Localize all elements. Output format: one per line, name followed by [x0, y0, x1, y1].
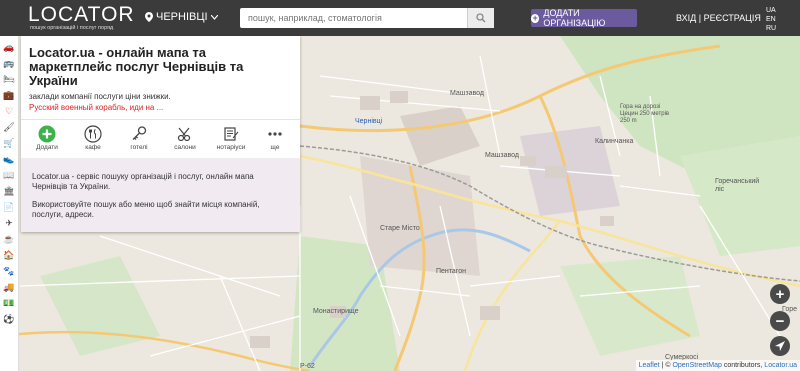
document-icon[interactable]: 📄 [3, 201, 15, 213]
bank-icon[interactable]: 🏛 [3, 185, 15, 197]
chevron-down-icon [210, 14, 218, 20]
panel-subtitle: заклади компанії послуги ціни знижки. [29, 92, 171, 101]
ball-icon[interactable]: ⚽ [3, 313, 15, 325]
category-bar: Додати кафе готелі салони нотаріуси ще [21, 119, 300, 159]
map-attribution: Leaflet | © OpenStreetMap contributors, … [635, 360, 800, 371]
brush-icon[interactable]: 🖌 [3, 121, 15, 133]
zoom-in-button[interactable]: + [770, 284, 790, 304]
plus-icon: + [531, 12, 540, 23]
cart-icon[interactable]: 🛒 [3, 137, 15, 149]
auth-separator: | [698, 13, 702, 23]
leaflet-link[interactable]: Leaflet [639, 362, 660, 369]
category-rail: 🚗 🚌 🛏 💼 ♡ 🖌 🛒 👟 📖 🏛 📄 ✈ ☕ 🏠 🐾 🚚 💵 ⚽ [0, 36, 19, 371]
category-hotels[interactable]: готелі [117, 124, 161, 156]
money-icon[interactable]: 💵 [3, 297, 15, 309]
map-label: Горечанський ліс [715, 178, 760, 193]
bed-icon[interactable]: 🛏 [3, 73, 15, 85]
category-cafe[interactable]: кафе [71, 124, 115, 156]
map-label: Калинчанка [595, 138, 634, 145]
zoom-out-button[interactable]: − [770, 311, 790, 331]
category-label: салони [174, 144, 196, 151]
map-label: Монастирище [313, 308, 359, 315]
add-organization-label: ДОДАТИ ОРГАНІЗАЦІЮ [543, 8, 606, 28]
category-label: Додати [36, 144, 58, 151]
shoe-icon[interactable]: 👟 [3, 153, 15, 165]
search-input[interactable] [240, 8, 476, 28]
bus-icon[interactable]: 🚌 [3, 57, 15, 69]
logo-text: LOCATOR [28, 3, 135, 26]
key-icon [132, 126, 147, 140]
map-label: Р-62 [300, 363, 315, 370]
map-label: Гора на дорозі Цецин 250 метрів 250 m [620, 104, 670, 124]
map-label: Машзавод [485, 152, 519, 159]
city-name: ЧЕРНІВЦІ [156, 11, 208, 23]
category-label: ще [270, 144, 280, 151]
home-icon[interactable]: 🏠 [3, 249, 15, 261]
city-selector[interactable]: ЧЕРНІВЦІ [145, 11, 218, 23]
info-panel: Locator.ua - онлайн мапа та маркетплейс … [21, 36, 300, 232]
location-pin-icon [145, 12, 153, 22]
attrib-sep: | © [659, 362, 673, 369]
category-salons[interactable]: салони [163, 124, 207, 156]
panel-title: Locator.ua - онлайн мапа та маркетплейс … [29, 45, 244, 88]
attrib-contrib: contributors, [721, 362, 765, 369]
map-label: Пентагон [436, 268, 466, 275]
scissors-icon [177, 127, 191, 142]
add-organization-button[interactable]: + ДОДАТИ ОРГАНІЗАЦІЮ [531, 8, 637, 28]
category-add[interactable]: Додати [25, 124, 69, 156]
paw-icon[interactable]: 🐾 [3, 265, 15, 277]
map-label: Старе Місто [380, 225, 420, 232]
locate-button[interactable] [770, 336, 790, 356]
document-icon [224, 127, 239, 141]
coffee-icon[interactable]: ☕ [3, 233, 15, 245]
locator-link[interactable]: Locator.ua [764, 362, 797, 369]
osm-link[interactable]: OpenStreetMap [672, 362, 721, 369]
search-box [240, 8, 494, 28]
briefcase-icon[interactable]: 💼 [3, 89, 15, 101]
panel-warning: Русский военный корабль, иди на ... [29, 103, 164, 112]
register-link[interactable]: РЕЄСТРАЦІЯ [704, 13, 761, 23]
category-label: нотаріуси [216, 144, 246, 151]
language-switcher: UA EN RU [766, 6, 776, 33]
heart-icon[interactable]: ♡ [3, 105, 15, 117]
category-label: готелі [130, 144, 148, 151]
lang-en[interactable]: EN [766, 15, 776, 24]
map-label: Чернівці [355, 118, 383, 125]
book-icon[interactable]: 📖 [3, 169, 15, 181]
logo[interactable]: LOCATOR пошук організацій і послуг поряд [28, 4, 134, 32]
car-icon[interactable]: 🚗 [3, 41, 15, 53]
category-label: кафе [85, 144, 101, 151]
description-text: Locator.ua - сервіс пошуку організацій і… [32, 172, 254, 191]
cutlery-icon [84, 125, 102, 143]
map-label: Машзавод [450, 90, 484, 97]
description-box: Locator.ua - сервіс пошуку організацій і… [21, 158, 300, 232]
plane-icon[interactable]: ✈ [3, 217, 15, 229]
category-notaries[interactable]: нотаріуси [209, 124, 253, 156]
navigation-arrow-icon [775, 341, 785, 351]
truck-icon[interactable]: 🚚 [3, 281, 15, 293]
category-more[interactable]: ще [253, 124, 297, 156]
header: LOCATOR пошук організацій і послуг поряд… [0, 0, 800, 36]
description-text: Використовуйте пошук або меню щоб знайти… [32, 200, 260, 219]
auth-links: ВХІД | РЕЄСТРАЦІЯ [676, 13, 761, 23]
logo-tagline: пошук організацій і послуг поряд [30, 25, 114, 31]
lang-ua[interactable]: UA [766, 6, 776, 15]
more-icon [268, 132, 282, 136]
search-button[interactable] [467, 8, 494, 28]
login-link[interactable]: ВХІД [676, 13, 696, 23]
search-icon [476, 13, 486, 23]
lang-ru[interactable]: RU [766, 24, 776, 33]
plus-icon [38, 125, 56, 143]
